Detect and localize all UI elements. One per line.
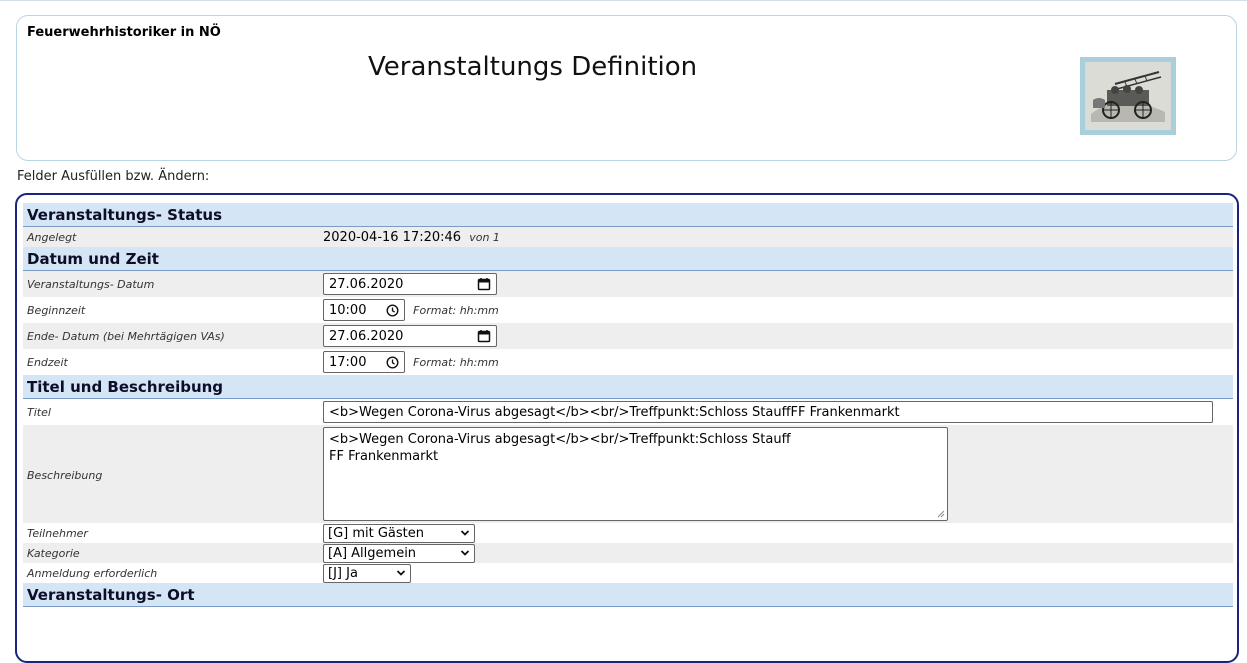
- registration-select[interactable]: [J] Ja: [323, 563, 411, 583]
- time-format-hint: Format: hh:mm: [413, 303, 499, 317]
- chevron-down-icon: [460, 549, 470, 557]
- description-textarea[interactable]: <b>Wegen Corona-Virus abgesagt</b><br/>T…: [323, 427, 948, 521]
- section-title-description: Titel und Beschreibung: [23, 375, 1234, 399]
- title-input[interactable]: <b>Wegen Corona-Virus abgesagt</b><br/>T…: [323, 401, 1213, 423]
- category-value: [A] Allgemein: [328, 545, 417, 561]
- field-label: Veranstaltungs- Datum: [23, 270, 319, 297]
- section-datetime: Datum und Zeit: [23, 247, 1234, 271]
- page-title: Veranstaltungs Definition: [368, 52, 698, 82]
- chevron-down-icon: [396, 569, 406, 577]
- section-title: Titel und Beschreibung: [23, 375, 1234, 399]
- field-label: Teilnehmer: [27, 526, 88, 540]
- calendar-icon[interactable]: [477, 277, 491, 291]
- form-instructions: Felder Ausfüllen bzw. Ändern:: [17, 169, 210, 184]
- row-registration: Anmeldung erforderlich [J] Ja: [23, 563, 1233, 583]
- fire-engine-logo: [1080, 57, 1176, 135]
- event-date-value: 27.06.2020: [329, 276, 404, 292]
- field-label: Kategorie: [23, 543, 319, 563]
- site-name: Feuerwehrhistoriker in NÖ: [27, 25, 221, 40]
- field-label: Anmeldung erforderlich: [27, 566, 158, 580]
- field-label: Beschreibung: [23, 425, 319, 523]
- row-title: Titel <b>Wegen Corona-Virus abgesagt</b>…: [23, 399, 1233, 426]
- row-end-time: Endzeit 17:00 Format: hh:mm: [23, 349, 1233, 375]
- form-table: Veranstaltungs- Status Angelegt 2020-04-…: [23, 203, 1234, 607]
- event-date-input[interactable]: 27.06.2020: [323, 273, 497, 295]
- end-date-input[interactable]: 27.06.2020: [323, 325, 497, 347]
- end-time-input[interactable]: 17:00: [323, 351, 405, 373]
- calendar-icon[interactable]: [477, 329, 491, 343]
- clock-icon[interactable]: [386, 355, 399, 369]
- event-form: Veranstaltungs- Status Angelegt 2020-04-…: [15, 193, 1239, 663]
- category-select[interactable]: [A] Allgemein: [323, 543, 475, 563]
- section-location: Veranstaltungs- Ort: [23, 583, 1234, 607]
- chevron-down-icon: [460, 529, 470, 537]
- field-label: Ende- Datum (bei Mehrtägigen VAs): [23, 323, 319, 349]
- row-end-date: Ende- Datum (bei Mehrtägigen VAs) 27.06.…: [23, 323, 1234, 349]
- field-label: Beginnzeit: [27, 303, 86, 317]
- description-line: <b>Wegen Corona-Virus abgesagt</b><br/>T…: [329, 432, 791, 447]
- section-title: Veranstaltungs- Ort: [23, 583, 1234, 607]
- row-participants: Teilnehmer [G] mit Gästen: [23, 523, 1233, 543]
- created-timestamp: 2020-04-16 17:20:46: [323, 229, 462, 245]
- row-start-time: Beginnzeit 10:00 Format: hh:mm: [23, 297, 1233, 323]
- top-rule: [0, 0, 1247, 5]
- participants-value: [G] mit Gästen: [328, 525, 425, 541]
- end-date-value: 27.06.2020: [329, 328, 404, 344]
- section-title: Veranstaltungs- Status: [23, 203, 1234, 227]
- section-status: Veranstaltungs- Status: [23, 203, 1234, 227]
- row-event-date: Veranstaltungs- Datum 27.06.2020: [23, 270, 1234, 297]
- field-label: Endzeit: [27, 355, 68, 369]
- fire-engine-illustration: [1085, 62, 1171, 130]
- section-title: Datum und Zeit: [23, 247, 1234, 271]
- field-label: Angelegt: [23, 226, 319, 247]
- created-value: 2020-04-16 17:20:46 von 1: [319, 226, 1234, 247]
- row-category: Kategorie [A] Allgemein: [23, 543, 1234, 563]
- page-header: Feuerwehrhistoriker in NÖ Veranstaltungs…: [16, 15, 1237, 161]
- start-time-value: 10:00: [329, 302, 367, 318]
- field-label: Titel: [27, 405, 51, 419]
- start-time-input[interactable]: 10:00: [323, 299, 405, 321]
- clock-icon[interactable]: [386, 303, 399, 317]
- created-by: von 1: [469, 230, 500, 244]
- end-time-value: 17:00: [329, 354, 367, 370]
- participants-select[interactable]: [G] mit Gästen: [323, 523, 475, 543]
- description-line: FF Frankenmarkt: [329, 449, 439, 464]
- time-format-hint: Format: hh:mm: [413, 355, 499, 369]
- row-description: Beschreibung <b>Wegen Corona-Virus abges…: [23, 425, 1234, 523]
- row-created: Angelegt 2020-04-16 17:20:46 von 1: [23, 226, 1234, 247]
- registration-value: [J] Ja: [328, 565, 358, 581]
- resize-grip-icon[interactable]: [936, 509, 945, 518]
